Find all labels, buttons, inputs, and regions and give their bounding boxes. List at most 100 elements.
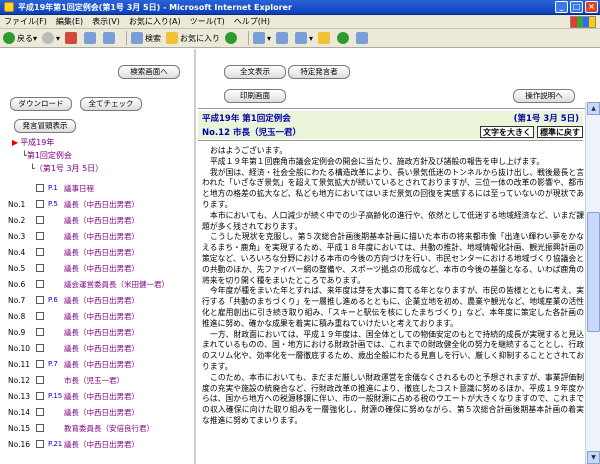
speech-paragraph: 我が国は、経済・社会全般にわたる構造改革により、長い景気低迷のトンネルから抜け出… xyxy=(202,167,584,209)
item-checkbox[interactable] xyxy=(36,248,44,256)
item-link[interactable]: 議長（中西日出男君） xyxy=(64,439,139,450)
item-link[interactable]: 議長（中西日出男君） xyxy=(64,295,139,306)
item-checkbox[interactable] xyxy=(36,200,44,208)
item-checkbox[interactable] xyxy=(36,440,44,448)
item-checkbox[interactable] xyxy=(36,408,44,416)
item-checkbox[interactable] xyxy=(36,280,44,288)
menu-help[interactable]: ヘルプ(H) xyxy=(234,16,270,27)
list-item: P.1 議事日程 xyxy=(8,181,194,195)
close-icon[interactable]: × xyxy=(585,1,598,13)
refresh-button[interactable] xyxy=(84,32,98,44)
forward-button[interactable]: ▾ xyxy=(42,32,60,44)
item-link[interactable]: 議長（中西日出男君） xyxy=(64,359,139,370)
minimize-icon[interactable]: _ xyxy=(555,1,568,13)
item-checkbox[interactable] xyxy=(36,216,44,224)
favorites-button[interactable]: お気に入り xyxy=(166,32,220,44)
list-item: No.1 P.5 議長（中西日出男君） xyxy=(8,197,194,211)
item-no: No.15 xyxy=(8,423,30,433)
messenger-button[interactable] xyxy=(337,32,351,44)
session-header: 平成19年 第1回定例会 (第1号 3月 5日) xyxy=(198,111,583,125)
item-checkbox[interactable] xyxy=(36,328,44,336)
item-no: No.7 xyxy=(8,295,26,305)
ie-app-icon xyxy=(4,2,14,12)
menu-file[interactable]: ファイル(F) xyxy=(4,16,47,27)
research-button[interactable] xyxy=(356,32,370,44)
specific-speaker-button[interactable]: 特定発言者 xyxy=(288,65,350,79)
item-checkbox[interactable] xyxy=(36,264,44,272)
item-checkbox[interactable] xyxy=(36,392,44,400)
item-link[interactable]: 議長（中西日出男君） xyxy=(64,199,139,210)
item-link[interactable]: 議長（中西日出男君） xyxy=(64,311,139,322)
item-link[interactable]: 議長（中西日出男君） xyxy=(64,391,139,402)
item-page: P.15 xyxy=(48,392,63,400)
messenger-icon xyxy=(337,32,350,44)
item-checkbox[interactable] xyxy=(36,344,44,352)
item-checkbox[interactable] xyxy=(36,232,44,240)
scroll-thumb[interactable] xyxy=(587,212,600,332)
search-button[interactable]: 検索 xyxy=(131,32,161,44)
print-button[interactable] xyxy=(276,32,290,44)
home-icon xyxy=(103,32,116,44)
item-checkbox[interactable] xyxy=(36,184,44,192)
item-link[interactable]: 議長（中西日出男君） xyxy=(64,231,139,242)
item-link[interactable]: 議長（中西日出男君） xyxy=(64,247,139,258)
item-link[interactable]: 議長（中西日出男君） xyxy=(64,215,139,226)
show-all-button[interactable]: 全文表示 xyxy=(224,65,286,79)
item-checkbox[interactable] xyxy=(36,360,44,368)
item-checkbox[interactable] xyxy=(36,376,44,384)
scroll-up-icon[interactable]: ▲ xyxy=(587,102,600,115)
item-link[interactable]: 教育委員長（安倍良行君） xyxy=(64,423,154,434)
item-page: P.5 xyxy=(48,200,58,208)
text-size-controls: 文字を大きく 標準に戻す xyxy=(477,126,583,138)
item-no: No.14 xyxy=(8,407,30,417)
item-page: P.1 xyxy=(48,184,58,192)
tree-session[interactable]: └第1回定例会 xyxy=(22,150,72,161)
folder-button[interactable] xyxy=(318,32,332,44)
item-checkbox[interactable] xyxy=(36,312,44,320)
speech-paragraph: おはようございます。 xyxy=(210,146,288,155)
menu-edit[interactable]: 編集(E) xyxy=(56,16,83,27)
item-link[interactable]: 議長（中西日出男君） xyxy=(64,343,139,354)
text-bigger-button[interactable]: 文字を大きく xyxy=(480,126,534,138)
history-button[interactable] xyxy=(225,32,239,44)
speaker-list-button[interactable]: 発言冒頭表示 xyxy=(14,119,76,133)
item-link[interactable]: 議長（中西日出男君） xyxy=(64,263,139,274)
edit-button[interactable]: ▾ xyxy=(295,32,313,44)
search-screen-button[interactable]: 検索画面へ xyxy=(118,65,180,79)
item-checkbox[interactable] xyxy=(36,424,44,432)
star-icon xyxy=(166,32,179,44)
list-item: No.11 P.7 議長（中西日出男君） xyxy=(8,357,194,371)
item-link[interactable]: 議長（中西日出男君） xyxy=(64,407,139,418)
tree-year[interactable]: ▶ 平成19年 xyxy=(12,137,54,148)
check-all-button[interactable]: 全てチェック xyxy=(80,97,142,111)
home-button[interactable] xyxy=(103,32,117,44)
forward-arrow-icon xyxy=(42,32,55,44)
menu-tools[interactable]: ツール(T) xyxy=(190,16,225,27)
download-button[interactable]: ダウンロード xyxy=(10,97,72,111)
item-link[interactable]: 議事日程 xyxy=(64,183,94,194)
text-normal-button[interactable]: 標準に戻す xyxy=(537,126,583,138)
vertical-scrollbar[interactable]: ▲ ▼ xyxy=(585,102,600,464)
item-link[interactable]: 市長（児玉一君） xyxy=(64,375,124,386)
list-item: No.5 議長（中西日出男君） xyxy=(8,261,194,275)
item-link[interactable]: 議会運営委員長（米田健一君） xyxy=(64,279,169,290)
maximize-icon[interactable]: □ xyxy=(570,1,583,13)
item-checkbox[interactable] xyxy=(36,296,44,304)
menu-view[interactable]: 表示(V) xyxy=(92,16,120,27)
menu-bar: ファイル(F) 編集(E) 表示(V) お気に入り(A) ツール(T) ヘルプ(… xyxy=(0,15,600,29)
session-date: (第1号 3月 5日) xyxy=(513,114,579,124)
list-item: No.16 P.21 議長（中西日出男君） xyxy=(8,437,194,451)
mail-button[interactable]: ▾ xyxy=(253,32,271,44)
scroll-down-icon[interactable]: ▼ xyxy=(587,451,600,464)
list-item: No.4 議長（中西日出男君） xyxy=(8,245,194,259)
stop-button[interactable] xyxy=(65,32,79,44)
tree-date[interactable]: └（第1号 3月 5日） xyxy=(30,163,103,174)
list-item: No.10 議長（中西日出男君） xyxy=(8,341,194,355)
list-item: No.9 議長（中西日出男君） xyxy=(8,325,194,339)
help-button[interactable]: 操作説明へ xyxy=(513,89,575,103)
print-screen-button[interactable]: 印刷画面 xyxy=(224,89,286,103)
menu-favorites[interactable]: お気に入り(A) xyxy=(129,16,181,27)
item-link[interactable]: 議長（中西日出男君） xyxy=(64,327,139,338)
chevron-down-icon: ▾ xyxy=(267,33,272,43)
back-button[interactable]: 戻る ▾ xyxy=(3,32,37,44)
